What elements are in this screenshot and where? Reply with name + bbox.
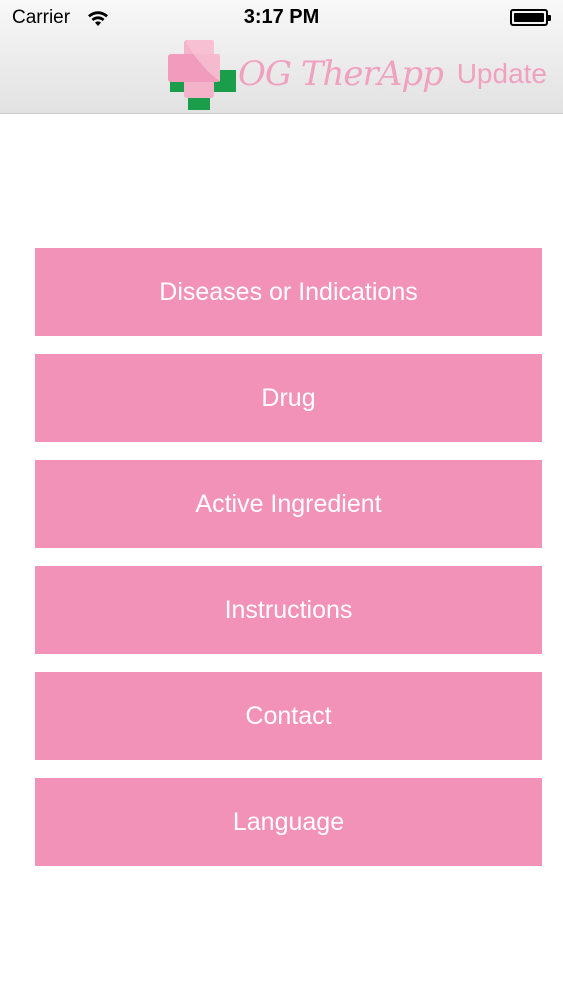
update-button[interactable]: Update	[457, 58, 547, 90]
drug-button[interactable]: Drug	[35, 354, 542, 442]
instructions-button[interactable]: Instructions	[35, 566, 542, 654]
clock: 3:17 PM	[243, 6, 320, 28]
active-ingredient-button[interactable]: Active Ingredient	[35, 460, 542, 548]
status-bar: Carrier 3:17 PM	[0, 0, 563, 36]
diseases-button[interactable]: Diseases or Indications	[35, 248, 542, 336]
app-logo: OG TherApp	[166, 38, 444, 112]
navigation-bar: Carrier 3:17 PM OG TherApp Update	[0, 0, 563, 114]
medical-cross-icon	[168, 40, 236, 110]
contact-button[interactable]: Contact	[35, 672, 542, 760]
main-menu: Diseases or Indications Drug Active Ingr…	[35, 248, 542, 884]
battery-icon	[510, 9, 551, 26]
language-button[interactable]: Language	[35, 778, 542, 866]
app-title: OG TherApp	[238, 54, 444, 94]
